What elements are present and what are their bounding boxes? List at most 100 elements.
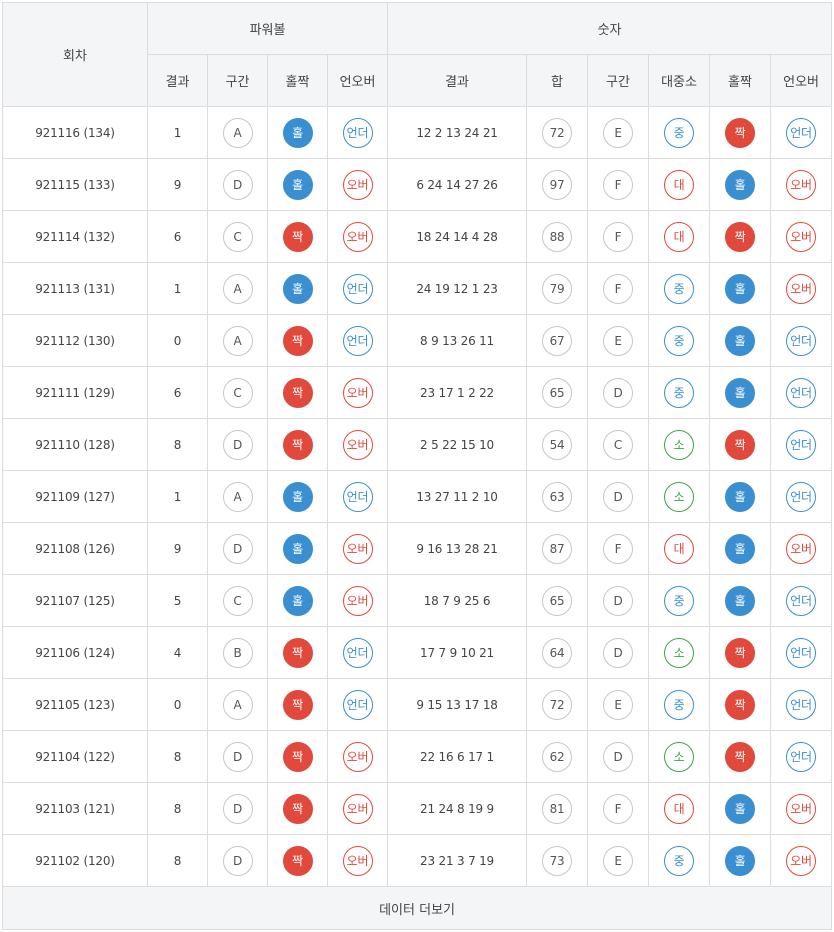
num-section-badge: F <box>603 169 634 200</box>
num-size-cell: 중 <box>648 366 711 419</box>
pb-section-badge: D <box>222 169 253 200</box>
pb-underover-cell: 오버 <box>326 366 389 419</box>
num-result-cell: 24 19 12 1 23 <box>387 262 528 315</box>
num-sum-badge: 65 <box>542 377 573 408</box>
pb-oddeven-badge: 짝 <box>282 689 313 720</box>
num-oddeven-cell: 짝 <box>709 106 772 159</box>
pb-section-badge: D <box>222 533 253 564</box>
num-oddeven-cell: 짝 <box>709 210 772 263</box>
num-sum-badge: 72 <box>542 689 573 720</box>
num-underover-cell: 오버 <box>770 782 833 835</box>
num-sum-cell: 73 <box>526 834 589 887</box>
num-sum-cell: 65 <box>526 574 589 627</box>
num-result-cell: 17 7 9 10 21 <box>387 626 528 679</box>
num-sum-badge: 63 <box>542 481 573 512</box>
num-size-cell: 소 <box>648 626 711 679</box>
round-cell: 921112 (130) <box>2 314 148 367</box>
num-result-cell: 18 7 9 25 6 <box>387 574 528 627</box>
num-oddeven-cell: 홀 <box>709 834 772 887</box>
num-size-cell: 대 <box>648 522 711 575</box>
num-oddeven-badge: 홀 <box>725 585 756 616</box>
pb-result-cell: 1 <box>147 106 208 159</box>
pb-section-badge: B <box>222 637 253 668</box>
pb-oddeven-cell: 짝 <box>267 210 328 263</box>
num-underover-badge: 언더 <box>786 689 817 720</box>
num-section-badge: D <box>603 377 634 408</box>
pb-result-cell: 5 <box>147 574 208 627</box>
num-size-badge: 대 <box>664 793 695 824</box>
num-section-badge: F <box>603 533 634 564</box>
num-underover-cell: 언더 <box>770 106 833 159</box>
num-underover-cell: 언더 <box>770 314 833 367</box>
pb-result-cell: 8 <box>147 782 208 835</box>
num-section-cell: D <box>587 574 650 627</box>
pb-oddeven-badge: 짝 <box>282 741 313 772</box>
num-result-cell: 12 2 13 24 21 <box>387 106 528 159</box>
pb-result-cell: 0 <box>147 314 208 367</box>
more-row[interactable]: 데이터 더보기 <box>1 886 833 930</box>
num-result-cell: 22 16 6 17 1 <box>387 730 528 783</box>
pb-underover-badge: 오버 <box>342 585 373 616</box>
pb-underover-cell: 오버 <box>326 574 389 627</box>
num-section-badge: D <box>603 585 634 616</box>
round-cell: 921110 (128) <box>2 418 148 471</box>
pb-result-cell: 8 <box>147 730 208 783</box>
num-underover-badge: 언더 <box>786 585 817 616</box>
num-section-badge: D <box>603 637 634 668</box>
pb-underover-badge: 오버 <box>342 377 373 408</box>
pb-section-badge: C <box>222 585 253 616</box>
pb-underover-badge: 오버 <box>342 429 373 460</box>
pb-section-cell: D <box>207 418 268 471</box>
header-num-sum: 합 <box>526 54 589 107</box>
pb-section-cell: A <box>207 314 268 367</box>
num-section-cell: E <box>587 678 650 731</box>
pb-underover-cell: 오버 <box>326 158 389 211</box>
pb-underover-badge: 오버 <box>342 533 373 564</box>
pb-oddeven-cell: 짝 <box>267 678 328 731</box>
num-section-badge: F <box>603 273 634 304</box>
num-sum-badge: 62 <box>542 741 573 772</box>
pb-underover-cell: 언더 <box>326 470 389 523</box>
num-section-badge: F <box>603 221 634 252</box>
num-oddeven-cell: 짝 <box>709 626 772 679</box>
num-sum-badge: 87 <box>542 533 573 564</box>
pb-underover-cell: 오버 <box>326 834 389 887</box>
num-size-badge: 중 <box>664 845 695 876</box>
num-sum-badge: 79 <box>542 273 573 304</box>
num-sum-cell: 63 <box>526 470 589 523</box>
powerball-results-table: 회차 파워볼 숫자 결과 구간 홀짝 언오버 결과 합 구간 대중소 홀짝 언오… <box>1 2 833 930</box>
pb-result-cell: 1 <box>147 470 208 523</box>
num-sum-cell: 67 <box>526 314 589 367</box>
pb-oddeven-cell: 홀 <box>267 158 328 211</box>
num-oddeven-cell: 짝 <box>709 730 772 783</box>
round-cell: 921103 (121) <box>2 782 148 835</box>
num-sum-cell: 87 <box>526 522 589 575</box>
load-more-button[interactable]: 데이터 더보기 <box>1 886 833 930</box>
num-underover-cell: 언더 <box>770 730 833 783</box>
header-numbers: 숫자 <box>387 2 833 55</box>
pb-underover-cell: 언더 <box>326 626 389 679</box>
pb-underover-cell: 오버 <box>326 210 389 263</box>
pb-oddeven-badge: 짝 <box>282 221 313 252</box>
num-result-cell: 6 24 14 27 26 <box>387 158 528 211</box>
pb-oddeven-badge: 짝 <box>282 377 313 408</box>
pb-underover-cell: 언더 <box>326 314 389 367</box>
num-section-cell: D <box>587 626 650 679</box>
num-section-cell: E <box>587 314 650 367</box>
header-num-underover: 언오버 <box>770 54 833 107</box>
num-section-cell: D <box>587 730 650 783</box>
num-underover-cell: 언더 <box>770 574 833 627</box>
num-underover-cell: 언더 <box>770 418 833 471</box>
num-sum-cell: 64 <box>526 626 589 679</box>
header-pb-section: 구간 <box>207 54 268 107</box>
pb-underover-badge: 언더 <box>342 325 373 356</box>
num-sum-cell: 81 <box>526 782 589 835</box>
pb-section-badge: D <box>222 741 253 772</box>
num-size-cell: 중 <box>648 574 711 627</box>
pb-section-badge: A <box>222 481 253 512</box>
pb-oddeven-badge: 홀 <box>282 533 313 564</box>
pb-section-badge: A <box>222 689 253 720</box>
pb-oddeven-cell: 홀 <box>267 574 328 627</box>
pb-result-cell: 1 <box>147 262 208 315</box>
num-oddeven-badge: 홀 <box>725 273 756 304</box>
